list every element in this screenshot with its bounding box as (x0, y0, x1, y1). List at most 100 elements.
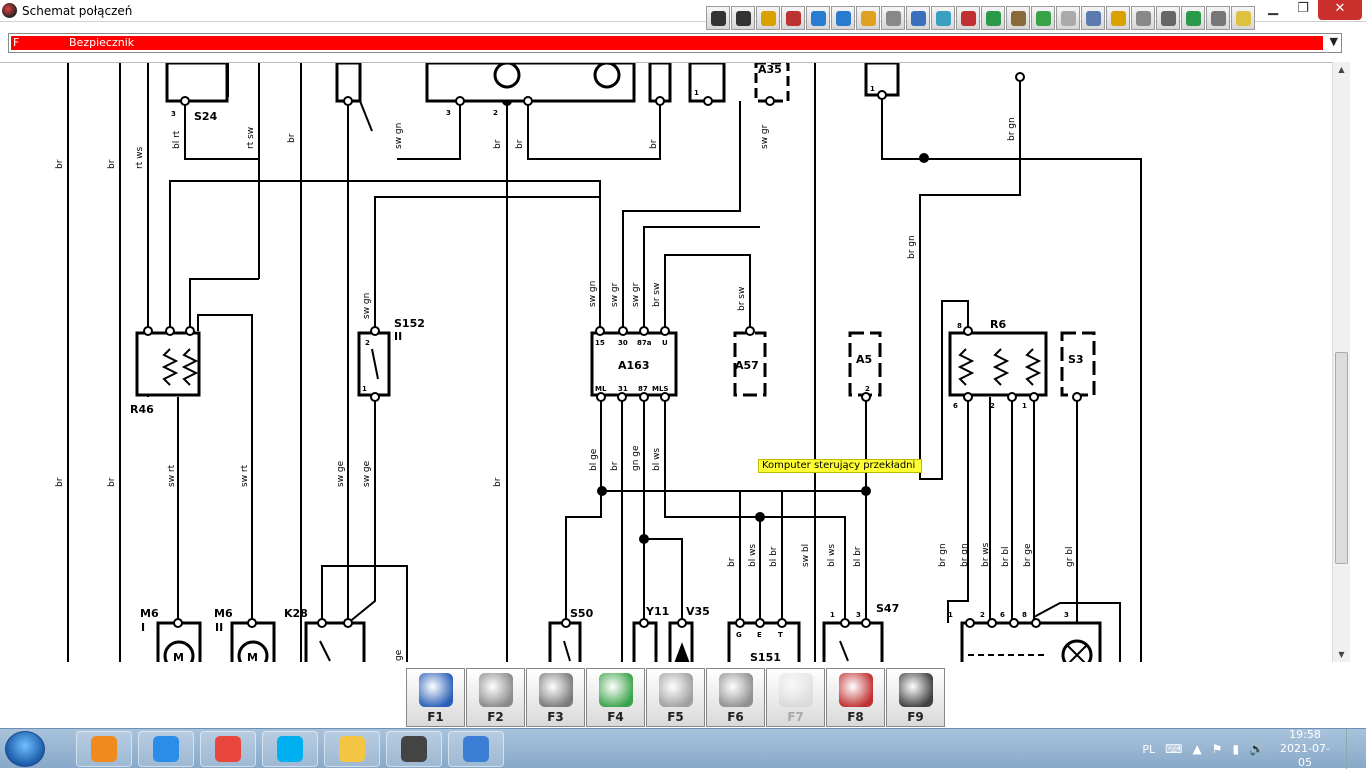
gear-button[interactable] (856, 6, 880, 30)
svg-text:T: T (778, 631, 783, 639)
engine-button[interactable] (831, 6, 855, 30)
tool-button[interactable] (906, 6, 930, 30)
connectors-icon (658, 673, 693, 707)
svg-text:sw rt: sw rt (167, 464, 177, 487)
fuse-selector-dropdown[interactable]: F Bezpiecznik ▼ (8, 33, 1342, 53)
label-A163: A163 (618, 359, 649, 372)
start-button[interactable] (5, 731, 45, 767)
label-S50: S50 (570, 607, 594, 620)
chevron-up-icon[interactable]: ▲ (1192, 742, 1201, 756)
label-A35: A35 (758, 63, 782, 76)
action-center-icon[interactable]: ⚑ (1212, 742, 1223, 756)
taskbar-explorer-folder-button[interactable] (324, 731, 380, 767)
app-icon (2, 3, 17, 18)
volume-icon[interactable]: 🔊 (1249, 742, 1264, 756)
wiring-diagram[interactable]: S24 R46 S152 II A163 A57 A5 R6 S3 A35 M6… (0, 62, 1332, 662)
svg-text:bl rt: bl rt (172, 130, 182, 149)
svg-text:bl ws: bl ws (827, 544, 837, 567)
close-button[interactable]: ✕ (1318, 0, 1362, 20)
fkey-label: F3 (547, 710, 564, 724)
prev-button[interactable] (731, 6, 755, 30)
svg-text:br gn: br gn (960, 543, 970, 567)
magnifier-icon (898, 673, 933, 707)
exhaust-button[interactable] (931, 6, 955, 30)
taskbar-skype-button[interactable] (262, 731, 318, 767)
wrench-icon (1010, 10, 1026, 26)
minimize-button[interactable]: ▁ (1258, 0, 1288, 20)
warning-button[interactable] (756, 6, 780, 30)
svg-text:1: 1 (948, 611, 953, 619)
svg-text:1: 1 (1022, 402, 1027, 410)
brake-button[interactable] (881, 6, 905, 30)
battery-button[interactable] (781, 6, 805, 30)
frog-button[interactable] (1031, 6, 1055, 30)
car-wash-button[interactable] (806, 6, 830, 30)
label-S3: S3 (1068, 353, 1084, 366)
taskbar-control-panel-button[interactable] (448, 731, 504, 767)
svg-text:br: br (55, 159, 65, 169)
triangle-button[interactable] (1156, 6, 1180, 30)
svg-text:br gn: br gn (938, 543, 948, 567)
label-K28: K28 (284, 607, 308, 620)
svg-text:2: 2 (493, 109, 498, 117)
scanner-button[interactable] (1081, 6, 1105, 30)
fkey-f8-button[interactable]: F8 (826, 668, 885, 727)
svg-text:rt ws: rt ws (135, 147, 145, 169)
wire-icon (778, 673, 813, 707)
taskbar-chrome-button[interactable] (200, 731, 256, 767)
show-desktop-button[interactable] (1346, 729, 1356, 769)
tool-icon (910, 10, 926, 26)
control-panel-icon (463, 736, 489, 762)
fkey-label: F5 (667, 710, 684, 724)
fkey-f4-button[interactable]: F4 (586, 668, 645, 727)
svg-text:rt sw: rt sw (246, 127, 256, 149)
fkey-label: F2 (487, 710, 504, 724)
battery-icon[interactable]: ▮ (1232, 742, 1239, 756)
car-button[interactable] (1206, 6, 1230, 30)
chair-button[interactable] (956, 6, 980, 30)
warning-icon (760, 10, 776, 26)
svg-text:sw gr: sw gr (610, 282, 620, 307)
svg-text:sw gr: sw gr (631, 282, 641, 307)
internet-explorer-icon (153, 736, 179, 762)
fkey-f5-button[interactable]: F5 (646, 668, 705, 727)
note-button[interactable] (1231, 6, 1255, 30)
fuel-button[interactable] (1106, 6, 1130, 30)
explorer-folder-icon (339, 736, 365, 762)
air-button[interactable] (1131, 6, 1155, 30)
chevron-down-icon[interactable]: ▼ (1330, 35, 1338, 48)
ac-button[interactable] (1181, 6, 1205, 30)
wrench-button[interactable] (1006, 6, 1030, 30)
svg-text:sw gr: sw gr (760, 124, 770, 149)
svg-text:br ws: br ws (981, 542, 991, 567)
vertical-scrollbar[interactable]: ▲ ▼ (1332, 62, 1350, 662)
taskbar-media-player-button[interactable] (76, 731, 132, 767)
svg-text:2: 2 (980, 611, 985, 619)
printer-button[interactable] (1056, 6, 1080, 30)
maximize-button[interactable]: ❐ (1288, 0, 1318, 20)
scroll-thumb[interactable] (1335, 352, 1348, 564)
svg-text:1: 1 (362, 385, 367, 393)
svg-text:br: br (610, 461, 620, 471)
taskbar-internet-explorer-button[interactable] (138, 731, 194, 767)
language-indicator[interactable]: PL (1142, 743, 1155, 756)
fkey-f3-button[interactable]: F3 (526, 668, 585, 727)
window-controls: ▁ ❐ ✕ (1258, 0, 1362, 20)
prev-icon (735, 10, 751, 26)
svg-text:br: br (107, 159, 117, 169)
scroll-down-button[interactable]: ▼ (1333, 647, 1350, 662)
keyboard-icon[interactable]: ⌨ (1165, 742, 1182, 756)
svg-text:G: G (736, 631, 742, 639)
junction-dots (502, 96, 929, 544)
fkey-f2-button[interactable]: F2 (466, 668, 525, 727)
clock[interactable]: 19:58 2021-07-05 (1274, 728, 1336, 770)
scroll-up-button[interactable]: ▲ (1333, 62, 1350, 77)
fkey-f9-button[interactable]: F9 (886, 668, 945, 727)
taskbar-autodata-button[interactable] (386, 731, 442, 767)
svg-text:1: 1 (870, 85, 875, 93)
fkey-f1-button[interactable]: F1 (406, 668, 465, 727)
doc-button[interactable] (981, 6, 1005, 30)
first-button[interactable] (706, 6, 730, 30)
label-motor-a: M (173, 651, 184, 662)
fkey-f6-button[interactable]: F6 (706, 668, 765, 727)
